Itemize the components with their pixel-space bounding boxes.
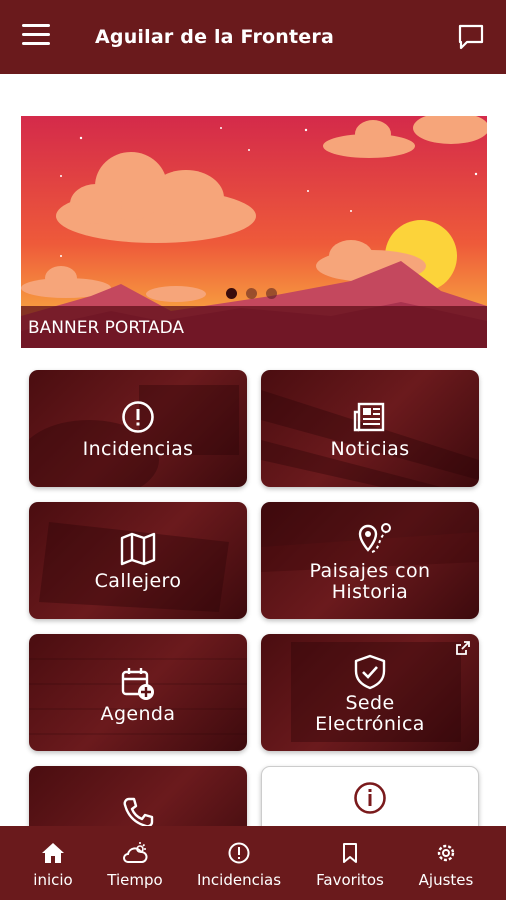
tile-sede-electronica[interactable]: Sede Electrónica <box>261 634 479 751</box>
carousel-dot[interactable] <box>246 288 257 299</box>
tile-noticias[interactable]: Noticias <box>261 370 479 487</box>
nav-item-ajustes[interactable]: Ajustes <box>414 826 478 900</box>
home-icon <box>42 843 64 863</box>
tile-label-line1: Sede <box>345 692 395 714</box>
nav-item-favoritos[interactable]: Favoritos <box>312 826 388 900</box>
tile-label: Callejero <box>94 570 182 592</box>
nav-label: Favoritos <box>316 871 384 889</box>
tile-label: Noticias <box>330 438 410 460</box>
tile-label-line1: Paisajes con <box>309 560 431 582</box>
info-icon <box>354 782 386 814</box>
shield-check-icon <box>354 654 386 690</box>
phone-icon <box>123 797 154 828</box>
weather-icon <box>123 842 148 863</box>
carousel-dot[interactable] <box>266 288 277 299</box>
alert-icon <box>228 842 250 864</box>
tile-label: Agenda <box>100 703 176 725</box>
tile-label-line2: Electrónica <box>315 713 425 735</box>
page-title: Aguilar de la Frontera <box>95 26 334 48</box>
newspaper-icon <box>353 402 385 432</box>
nav-label: Ajustes <box>418 871 474 889</box>
nav-item-incidencias[interactable]: Incidencias <box>192 826 286 900</box>
tile-label: Incidencias <box>82 438 194 460</box>
tile-callejero[interactable]: Callejero <box>29 502 247 619</box>
nav-label: Incidencias <box>196 871 282 889</box>
settings-icon <box>437 844 455 862</box>
nav-item-inicio[interactable]: inicio <box>20 826 86 900</box>
alert-circle-icon <box>122 401 154 433</box>
calendar-add-icon <box>121 668 154 700</box>
carousel-indicator <box>226 288 277 299</box>
banner-carousel[interactable]: BANNER PORTADA <box>21 116 487 348</box>
chat-icon[interactable] <box>456 22 486 52</box>
top-app-bar: Aguilar de la Frontera <box>0 0 506 74</box>
banner-label: BANNER PORTADA <box>28 318 185 338</box>
external-link-icon <box>456 641 470 655</box>
bottom-navigation: inicio Tiempo Incidencias Favoritos Ajus… <box>0 826 506 900</box>
bookmark-icon <box>343 843 357 863</box>
carousel-dot[interactable] <box>226 288 237 299</box>
tile-paisajes-con-historia[interactable]: Paisajes con Historia <box>261 502 479 619</box>
route-pin-icon <box>358 523 391 553</box>
tile-label-line2: Historia <box>331 581 409 603</box>
nav-label: Tiempo <box>107 871 163 889</box>
nav-label: inicio <box>33 871 73 889</box>
nav-item-tiempo[interactable]: Tiempo <box>100 826 170 900</box>
tile-incidencias[interactable]: Incidencias <box>29 370 247 487</box>
tile-agenda[interactable]: Agenda <box>29 634 247 751</box>
menu-icon[interactable] <box>22 24 50 48</box>
map-icon <box>120 532 156 566</box>
